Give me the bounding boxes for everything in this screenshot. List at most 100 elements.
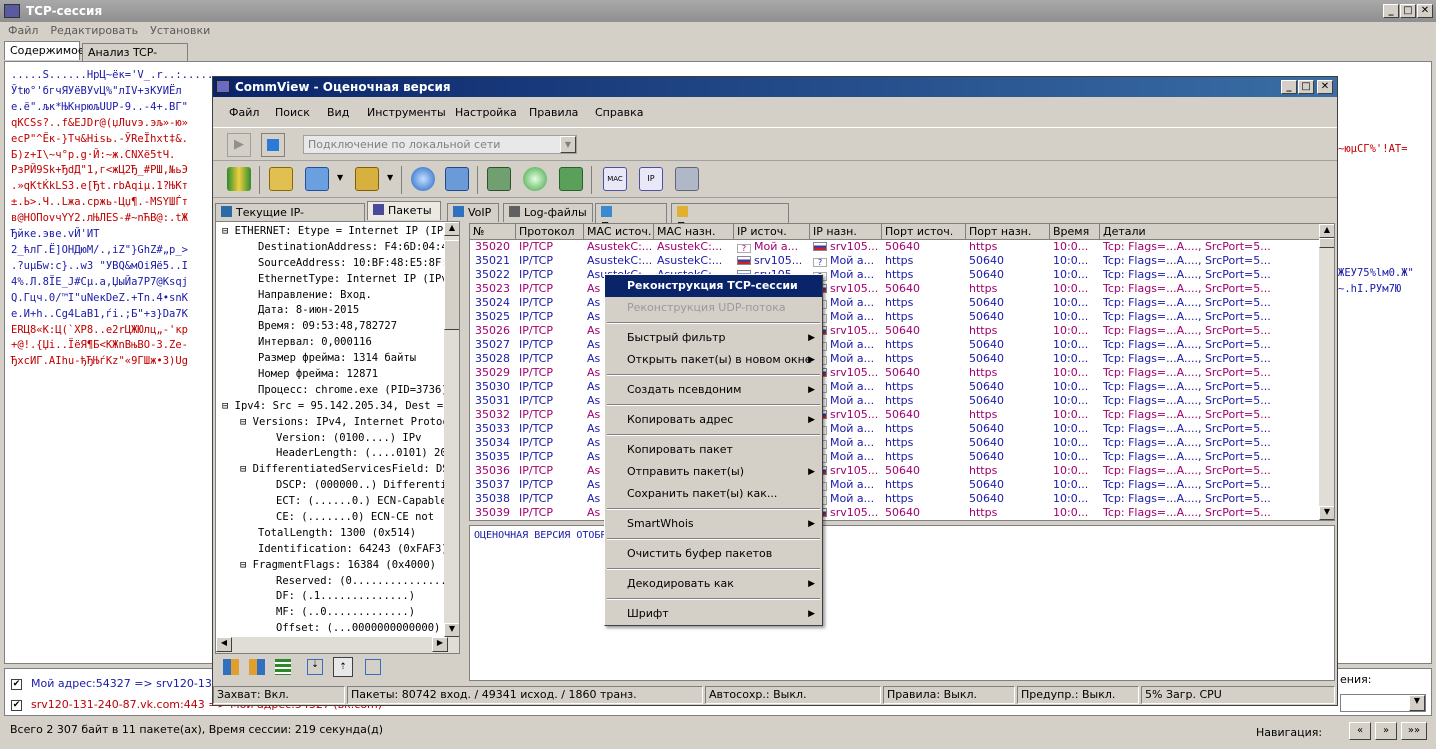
layout-icon[interactable] xyxy=(249,659,265,675)
context-menu-item[interactable]: Быстрый фильтр ▶ xyxy=(605,327,822,349)
column-header[interactable]: MAC назн. xyxy=(654,224,734,240)
packet-row[interactable]: 35022IP/TCPAsustekC:...AsustekC:...srv10… xyxy=(470,268,1320,282)
chevron-down-icon[interactable]: ▼ xyxy=(1409,695,1425,711)
column-header[interactable]: Порт источ. xyxy=(882,224,966,240)
save-icon[interactable] xyxy=(305,167,329,191)
column-header[interactable]: Порт назн. xyxy=(966,224,1050,240)
collapse-icon[interactable]: ⇡ xyxy=(333,657,353,677)
adapter-select[interactable]: Подключение по локальной сети ▼ xyxy=(303,135,577,154)
maximize-button[interactable]: □ xyxy=(1400,4,1416,18)
cv-menu-item[interactable]: Инструменты xyxy=(367,106,446,119)
cv-menu-item[interactable]: Справка xyxy=(595,106,643,119)
minimize-button[interactable]: _ xyxy=(1383,4,1399,18)
tree-node[interactable]: Интервал: 0,000116 xyxy=(220,335,446,351)
column-header[interactable]: MAC источ. xyxy=(584,224,654,240)
tree-node[interactable]: ECT: (......0.) ECN-Capable xyxy=(220,494,446,510)
folder-icon[interactable] xyxy=(269,167,293,191)
tree-node[interactable]: DestinationAddress: F4:6D:04:45 xyxy=(220,240,446,256)
tab-packets[interactable]: Пакеты xyxy=(367,201,441,220)
tree-node[interactable]: Дата: 8-июн-2015 xyxy=(220,303,446,319)
packet-decode-tree[interactable]: ⊟ ETHERNET: Etype = Internet IP (IPv4) De… xyxy=(215,221,460,654)
nav-next-button[interactable]: » xyxy=(1375,722,1397,740)
packet-row[interactable]: 35024IP/TCPAs?Мой а...https5064010:0...T… xyxy=(470,296,1320,310)
scroll-thumb[interactable] xyxy=(1319,238,1334,248)
packet-row[interactable]: 35034IP/TCPAs?Мой а...https5064010:0...T… xyxy=(470,436,1320,450)
packet-row[interactable]: 35028IP/TCPAs?Мой а...https5064010:0...T… xyxy=(470,352,1320,366)
menu-item[interactable]: Файл xyxy=(2,22,44,40)
packet-row[interactable]: 35039 IP/TCP As srv105... 50640 https 10:0... T… xyxy=(470,506,1320,520)
packet-row[interactable]: 35037IP/TCPAs?Мой а...https5064010:0...T… xyxy=(470,478,1320,492)
send-icon[interactable] xyxy=(445,167,469,191)
tree-node[interactable]: Время: 09:53:48,782727 xyxy=(220,319,446,335)
search-icon[interactable] xyxy=(411,167,435,191)
mac-icon[interactable]: MAC xyxy=(603,167,627,191)
packet-row[interactable]: 35027IP/TCPAs?Мой а...https5064010:0...T… xyxy=(470,338,1320,352)
tree-node[interactable]: ⊟ DifferentiatedServicesField: DS xyxy=(220,462,446,478)
context-menu-item[interactable]: Отправить пакет(ы) ▶ xyxy=(605,461,822,483)
context-menu-item[interactable]: Открыть пакет(ы) в новом окне ▶ xyxy=(605,349,822,371)
packet-row[interactable]: 35025IP/TCPAs?Мой а...https5064010:0...T… xyxy=(470,310,1320,324)
context-menu-item[interactable]: Декодировать как ▶ xyxy=(605,573,822,595)
tree-node[interactable]: ⊟ ETHERNET: Etype = Internet IP (IPv4) xyxy=(220,224,446,240)
close-button[interactable]: ✕ xyxy=(1417,4,1433,18)
nav-last-button[interactable]: »» xyxy=(1401,722,1427,740)
tab-voip[interactable]: VoIP xyxy=(447,203,499,222)
tree-node[interactable]: SourceAddress: 10:BF:48:E5:8F:4 xyxy=(220,256,446,272)
cv-minimize-button[interactable]: _ xyxy=(1281,80,1297,94)
tree-node[interactable]: Version: (0100....) IPv xyxy=(220,431,446,447)
tree-node[interactable]: DF: (.1..............) xyxy=(220,589,446,605)
packet-row[interactable]: 35021 IP/TCP AsustekC:... AsustekC:... srv10… xyxy=(470,254,1320,268)
packet-row[interactable]: 35038IP/TCPAs?Мой а...https5064010:0...T… xyxy=(470,492,1320,506)
expand-icon[interactable]: ⇣ xyxy=(307,659,323,675)
layout-icon[interactable] xyxy=(223,659,239,675)
packet-row[interactable]: 35029 IP/TCP As srv105... 50640 https 10:0... T… xyxy=(470,366,1320,380)
chevron-left-icon[interactable]: ◀ xyxy=(216,637,232,652)
cv-menu-item[interactable]: Поиск xyxy=(275,106,310,119)
session-checkbox[interactable]: ✔ xyxy=(11,679,22,690)
cv-menu-item[interactable]: Файл xyxy=(229,106,259,119)
cv-maximize-button[interactable]: □ xyxy=(1298,80,1314,94)
column-header[interactable]: № xyxy=(470,224,516,240)
chevron-down-icon[interactable]: ▼ xyxy=(337,173,343,182)
edit-icon[interactable] xyxy=(355,167,379,191)
context-menu-item[interactable]: Реконструкция TCP-сессии xyxy=(605,275,822,297)
clock-icon[interactable] xyxy=(523,167,547,191)
stop-icon[interactable] xyxy=(261,133,285,157)
chevron-down-icon[interactable]: ▼ xyxy=(444,623,459,637)
ip-icon[interactable]: IP xyxy=(639,167,663,191)
context-menu-item[interactable]: Копировать адрес ▶ xyxy=(605,409,822,431)
cv-menu-item[interactable]: Вид xyxy=(327,106,349,119)
cv-menu-item[interactable]: Правила xyxy=(529,106,578,119)
session-checkbox[interactable]: ✔ xyxy=(11,700,22,711)
context-menu-item[interactable]: Сохранить пакет(ы) как... xyxy=(605,483,822,505)
chevron-up-icon[interactable]: ▲ xyxy=(1319,224,1334,238)
packet-row[interactable]: 35023 IP/TCP As srv105... 50640 https 10:0... T… xyxy=(470,282,1320,296)
column-header[interactable]: IP назн. xyxy=(810,224,882,240)
side-select[interactable]: ▼ xyxy=(1340,694,1426,712)
tree-node[interactable]: Направление: Вход. xyxy=(220,288,446,304)
nav-prev-button[interactable]: « xyxy=(1349,722,1371,740)
hex-view[interactable]: ОЦЕНОЧНАЯ ВЕРСИЯ ОТОБР xyxy=(469,525,1335,681)
packet-row[interactable]: 35031IP/TCPAs?Мой а...https5064010:0...T… xyxy=(470,394,1320,408)
context-menu-item[interactable]: Шрифт ▶ xyxy=(605,603,822,625)
tree-node[interactable]: HeaderLength: (....0101) 20 xyxy=(220,446,446,462)
context-menu-item[interactable]: Очистить буфер пакетов xyxy=(605,543,822,565)
tab-log[interactable]: Log-файлы xyxy=(503,203,593,222)
menu-item[interactable]: Установки xyxy=(144,22,216,40)
tree-hscrollbar[interactable]: ◀ ▶ xyxy=(216,637,459,653)
packet-row[interactable]: 35030IP/TCPAs?Мой а...https5064010:0...T… xyxy=(470,380,1320,394)
cv-close-button[interactable]: ✕ xyxy=(1317,80,1333,94)
packet-row[interactable]: 35020 IP/TCP AsustekC:... AsustekC:...? Мой … xyxy=(470,240,1320,254)
column-header[interactable]: IP источ. xyxy=(734,224,810,240)
tab-content[interactable]: Содержимое xyxy=(4,41,85,60)
menu-item[interactable]: Редактировать xyxy=(44,22,144,40)
column-header[interactable]: Протокол xyxy=(516,224,584,240)
tree-node[interactable]: Offset: (...0000000000000) xyxy=(220,621,446,637)
context-menu-item[interactable]: Копировать пакет xyxy=(605,439,822,461)
tree-node[interactable]: ⊟ FragmentFlags: 16384 (0x4000) xyxy=(220,558,446,574)
context-menu-item[interactable]: Создать псевдоним ▶ xyxy=(605,379,822,401)
chevron-down-icon[interactable]: ▼ xyxy=(560,136,576,153)
wrench-icon[interactable] xyxy=(675,167,699,191)
chevron-right-icon[interactable]: ▶ xyxy=(432,637,448,652)
tree-scrollbar[interactable]: ▲ ▼ xyxy=(444,222,459,637)
